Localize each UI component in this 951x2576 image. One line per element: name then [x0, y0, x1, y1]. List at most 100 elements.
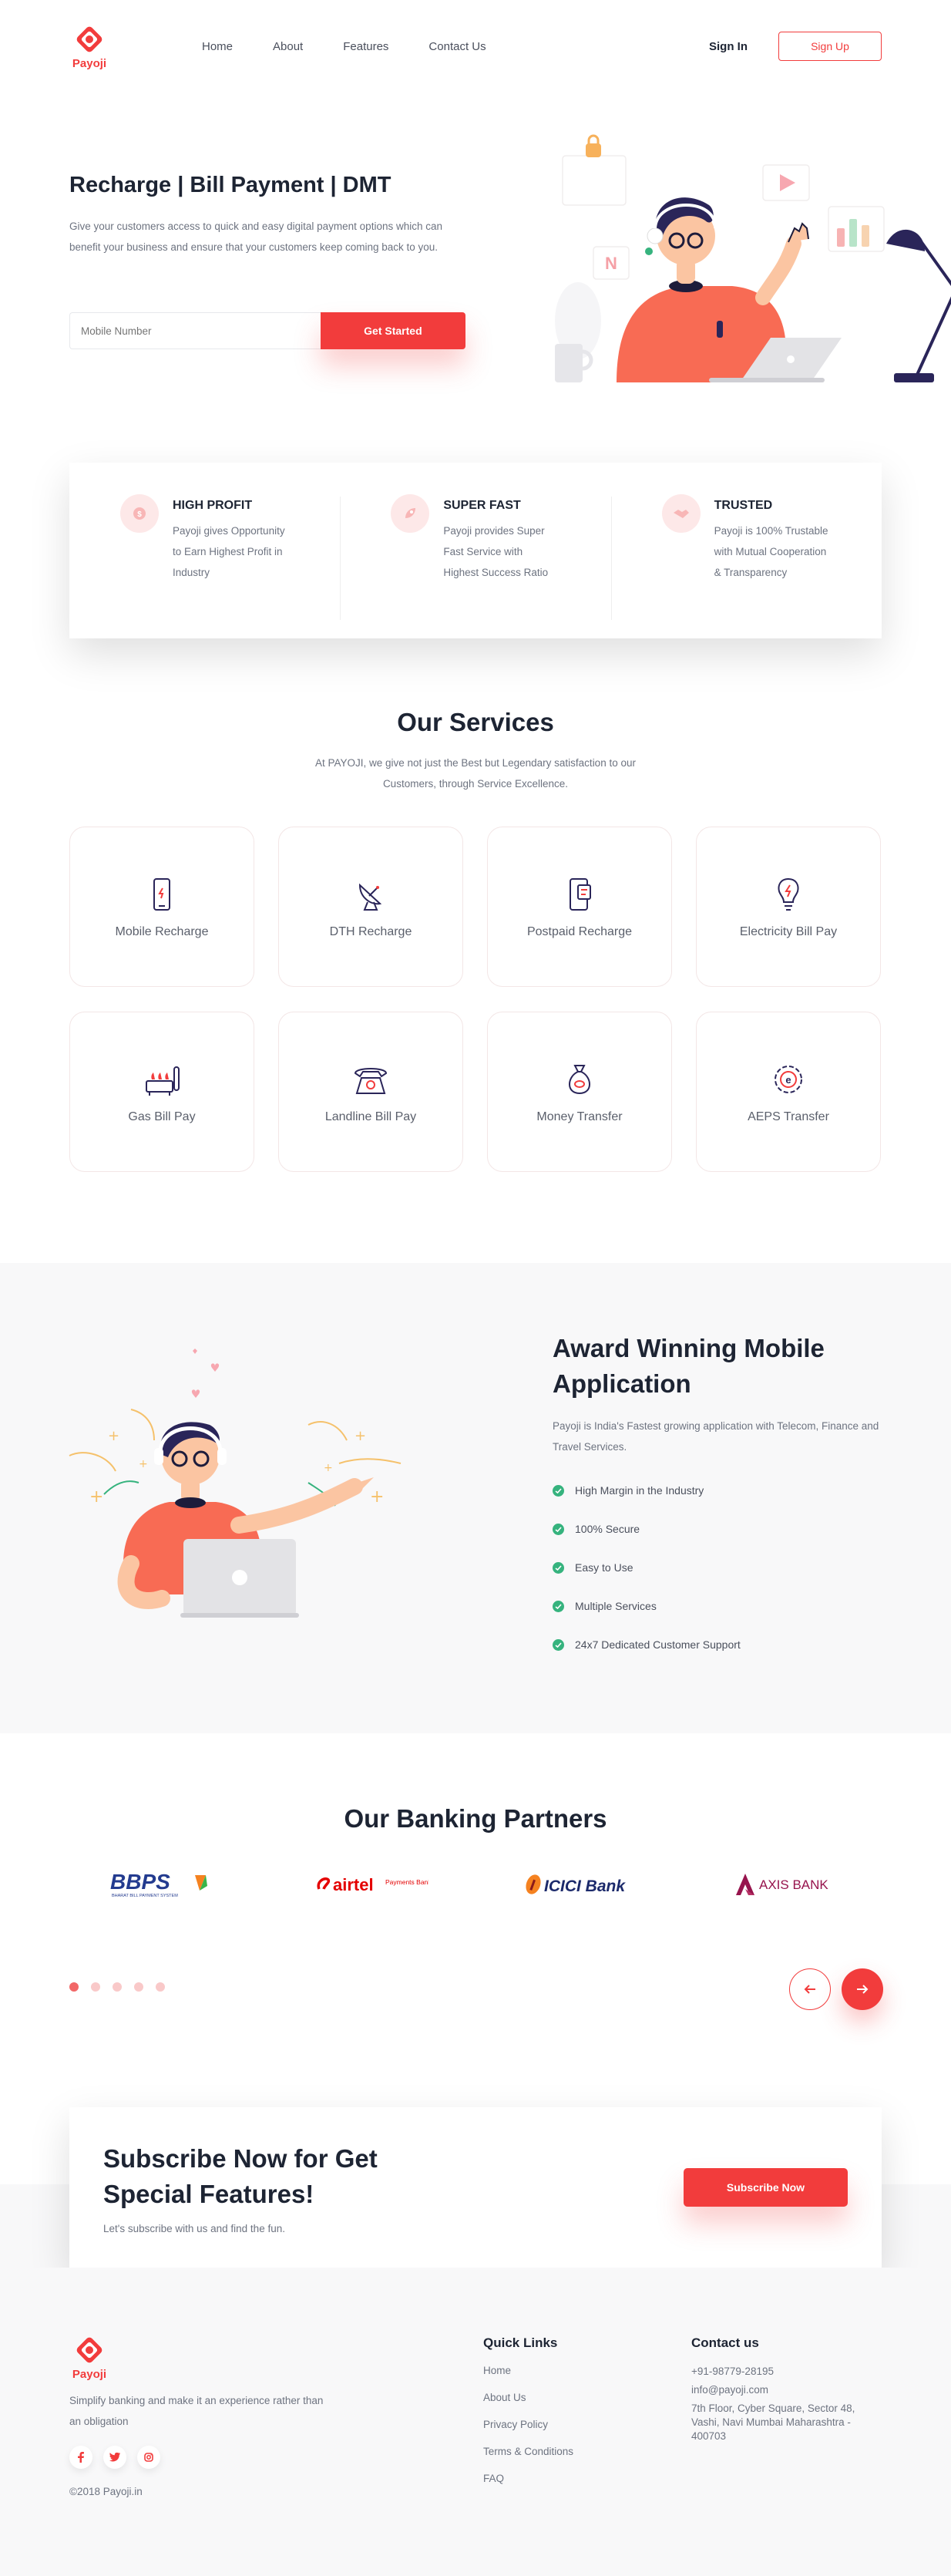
axis-logo-text: AXIS BANK	[759, 1877, 828, 1892]
footer-link-privacy[interactable]: Privacy Policy	[483, 2419, 573, 2446]
subscribe-subtitle: Let's subscribe with us and find the fun…	[103, 2223, 285, 2234]
copyright: ©2018 Payoji.in	[69, 2486, 143, 2497]
slider-dot[interactable]	[134, 1982, 143, 1992]
partners-section: Our Banking Partners BBPS BHARAT BILL PA…	[0, 1733, 951, 2107]
slider-dot[interactable]	[113, 1982, 122, 1992]
footer-link-home[interactable]: Home	[483, 2365, 573, 2392]
subscribe-button[interactable]: Subscribe Now	[684, 2168, 848, 2207]
feature-text: Payoji provides Super Fast Service with …	[443, 525, 549, 578]
mobile-number-input[interactable]	[69, 312, 321, 349]
get-started-button[interactable]: Get Started	[320, 312, 465, 349]
arrow-right-icon	[857, 1985, 869, 1994]
slider-dot[interactable]	[69, 1982, 79, 1992]
contact-phone[interactable]: +91-98779-28195	[691, 2365, 876, 2379]
subscribe-title: Subscribe Now for Get Special Features!	[103, 2144, 378, 2208]
contact-title: Contact us	[691, 2335, 759, 2350]
svg-text:+: +	[324, 1462, 333, 1474]
nav-about[interactable]: About	[273, 40, 303, 53]
award-points: High Margin in the Industry 100% Secure …	[553, 1471, 884, 1664]
twitter-icon[interactable]	[103, 2446, 126, 2469]
subscribe-card: Subscribe Now for Get Special Features! …	[69, 2107, 882, 2268]
social-links	[69, 2446, 331, 2469]
aeps-icon: e	[775, 1066, 802, 1093]
footer-brand: Payoji Simplify banking and make it an e…	[69, 2334, 331, 2497]
service-dth-recharge[interactable]: DTH Recharge	[278, 827, 463, 987]
service-label: AEPS Transfer	[748, 1110, 829, 1123]
list-item: 24x7 Dedicated Customer Support	[553, 1625, 884, 1664]
next-button[interactable]	[842, 1968, 883, 2010]
bbps-logo-subtext: BHARAT BILL PAYMENT SYSTEM	[112, 1894, 178, 1898]
arrow-left-icon	[804, 1985, 815, 1994]
award-section: + + + + + + Award Winning Mobile Applica…	[0, 1263, 951, 1733]
service-gas-bill[interactable]: Gas Bill Pay	[69, 1012, 254, 1172]
airtel-logo-text: airtel	[333, 1875, 374, 1894]
auth-links: Sign In Sign Up	[709, 32, 882, 61]
footer-link-about[interactable]: About Us	[483, 2392, 573, 2419]
service-mobile-recharge[interactable]: Mobile Recharge	[69, 827, 254, 987]
nav-contact[interactable]: Contact Us	[428, 40, 486, 53]
bulb-icon	[778, 877, 799, 911]
service-label: Mobile Recharge	[115, 925, 209, 938]
feature-high-profit: $ HIGH PROFIT Payoji gives Opportunity t…	[69, 494, 340, 620]
nav-features[interactable]: Features	[343, 40, 388, 53]
check-icon	[553, 1484, 564, 1497]
service-label: Postpaid Recharge	[526, 925, 633, 938]
mobile-icon	[153, 878, 170, 911]
point-text: Easy to Use	[575, 1561, 633, 1574]
facebook-icon[interactable]	[69, 2446, 92, 2469]
service-electricity-bill[interactable]: Electricity Bill Pay	[696, 827, 881, 987]
partners-title: Our Banking Partners	[344, 1804, 607, 1833]
hero-form: Get Started	[69, 312, 465, 349]
service-label: Landline Bill Pay	[324, 1110, 417, 1123]
footer-quick-links: Quick Links Home About Us Privacy Policy…	[483, 2335, 573, 2500]
instagram-icon[interactable]	[137, 2446, 160, 2469]
feature-title: HIGH PROFIT	[173, 499, 253, 512]
contact-address: 7th Floor, Cyber Square, Sector 48, Vash…	[691, 2403, 855, 2442]
check-icon	[553, 1638, 564, 1651]
point-text: 24x7 Dedicated Customer Support	[575, 1638, 741, 1651]
quick-links-title: Quick Links	[483, 2335, 558, 2350]
svg-text:+: +	[139, 1458, 148, 1470]
site-footer: Payoji Simplify banking and make it an e…	[0, 2268, 951, 2576]
check-icon	[553, 1600, 564, 1612]
footer-link-terms[interactable]: Terms & Conditions	[483, 2446, 573, 2473]
list-item: Easy to Use	[553, 1548, 884, 1587]
airtel-payments-bank-logo: airtel Payments Bank	[278, 1869, 463, 1900]
svg-text:N: N	[605, 254, 617, 273]
footer-logo[interactable]: Payoji	[69, 2334, 109, 2381]
award-title: Award Winning Mobile Application	[553, 1334, 825, 1398]
contact-email[interactable]: info@payoji.com	[691, 2383, 876, 2397]
axis-bank-logo: AXIS BANK	[697, 1869, 882, 1900]
service-money-transfer[interactable]: Money Transfer	[487, 1012, 672, 1172]
footer-link-faq[interactable]: FAQ	[483, 2473, 573, 2500]
gas-stove-icon	[146, 1066, 180, 1096]
icici-bank-logo: ICICI Bank	[488, 1869, 673, 1900]
coin-icon: $	[120, 494, 159, 533]
services-title: Our Services	[397, 708, 554, 736]
service-label: DTH Recharge	[329, 925, 412, 938]
logo[interactable]: Payoji	[69, 23, 109, 70]
feature-text: Payoji is 100% Trustable with Mutual Coo…	[714, 525, 828, 578]
prev-button[interactable]	[789, 1968, 831, 2010]
airtel-logo-subtext: Payments Bank	[385, 1878, 428, 1886]
nav-home[interactable]: Home	[202, 40, 233, 53]
slider-dot[interactable]	[91, 1982, 100, 1992]
telephone-icon	[354, 1068, 388, 1094]
signup-button[interactable]: Sign Up	[778, 32, 882, 61]
slider-dot[interactable]	[156, 1982, 165, 1992]
list-item: 100% Secure	[553, 1510, 884, 1548]
award-content: Award Winning Mobile Application Payoji …	[553, 1331, 884, 1664]
quick-links-list: Home About Us Privacy Policy Terms & Con…	[483, 2365, 573, 2500]
service-postpaid-recharge[interactable]: Postpaid Recharge	[487, 827, 672, 987]
satellite-dish-icon	[358, 883, 382, 911]
subscribe-section: Subscribe Now for Get Special Features! …	[0, 2107, 951, 2268]
partner-logos: BBPS BHARAT BILL PAYMENT SYSTEM airtel P…	[69, 1869, 882, 1900]
features-panel: $ HIGH PROFIT Payoji gives Opportunity t…	[69, 463, 882, 638]
award-illustration: + + + + + +	[69, 1349, 402, 1618]
feature-super-fast: SUPER FAST Payoji provides Super Fast Se…	[340, 494, 610, 620]
point-text: 100% Secure	[575, 1523, 640, 1535]
logo-icon	[76, 2337, 102, 2363]
service-landline-bill[interactable]: Landline Bill Pay	[278, 1012, 463, 1172]
service-aeps-transfer[interactable]: e AEPS Transfer	[696, 1012, 881, 1172]
signin-link[interactable]: Sign In	[709, 40, 748, 53]
